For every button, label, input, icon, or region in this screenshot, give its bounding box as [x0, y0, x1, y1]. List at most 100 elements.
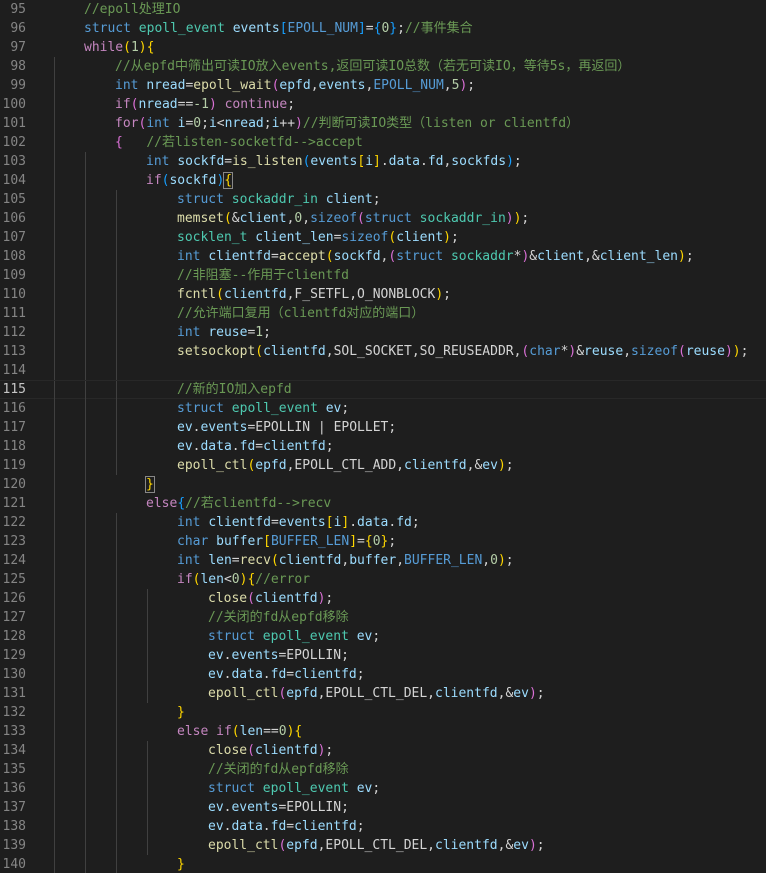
line-number: 117	[2, 420, 26, 435]
code-line[interactable]: 123 char buffer[BUFFER_LEN]={0};	[0, 532, 766, 551]
code-token: =	[357, 534, 365, 549]
code-token: )	[528, 686, 537, 701]
code-line[interactable]: 132}	[0, 703, 766, 722]
code-token: )	[138, 40, 147, 55]
indent-guide	[54, 133, 55, 152]
indent-guide	[85, 437, 86, 456]
line-number: 95	[10, 2, 26, 17]
code-line[interactable]: 111 //允许端口复用（clientfd对应的端口）	[0, 304, 766, 323]
code-token: epfd	[286, 686, 318, 701]
code-line[interactable]: 104 if(sockfd){	[0, 171, 766, 190]
code-line[interactable]: 129 ev.events=EPOLLIN;	[0, 646, 766, 665]
indent-guide	[54, 190, 55, 209]
code-token: EPOLL_NUM	[373, 78, 444, 93]
code-token: char	[177, 534, 209, 549]
code-token: ev	[208, 648, 224, 663]
indent-guide	[85, 381, 86, 400]
code-line[interactable]: 100 if(nread==-1) continue;	[0, 95, 766, 114]
code-line[interactable]: 97 while(1){	[0, 38, 766, 57]
code-token: len	[208, 553, 232, 568]
code-token: epoll_event	[138, 21, 225, 36]
code-token: =	[286, 819, 295, 834]
code-token: (	[255, 344, 264, 359]
code-line[interactable]: 121 else{//若clientfd-->recv	[0, 494, 766, 513]
code-line[interactable]: 96 struct epoll_event events[EPOLL_NUM]={…	[0, 19, 766, 38]
indent-guide	[85, 570, 86, 589]
code-token: }	[145, 476, 155, 493]
code-line[interactable]: 103 int sockfd=is_listen(events[i].data.f…	[0, 152, 766, 171]
line-number: 116	[2, 401, 26, 416]
indent-guide	[54, 152, 55, 171]
code-token: ,&	[466, 458, 483, 473]
code-line[interactable]: 108 int clientfd=accept(sockfd,(struct so…	[0, 247, 766, 266]
code-line[interactable]: 101 for(int i=0;i<nread;i++)//判断可读IO类型（li…	[0, 114, 766, 133]
code-line[interactable]: 109 //非阻塞--作用于clientfd	[0, 266, 766, 285]
code-line[interactable]: 134 close(clientfd);	[0, 741, 766, 760]
code-line[interactable]: 128 struct epoll_event ev;	[0, 627, 766, 646]
code-line[interactable]: 135 //关闭的fd从epfd移除	[0, 760, 766, 779]
code-line[interactable]: 140}	[0, 855, 766, 873]
code-line[interactable]: 115 //新的IO加入epfd	[0, 380, 766, 400]
code-line[interactable]: 137 ev.events=EPOLLIN;	[0, 798, 766, 817]
code-line[interactable]: 110 fcntl(clientfd,F_SETFL,O_NONBLOCK);	[0, 285, 766, 304]
line-number: 103	[2, 154, 26, 169]
code-line[interactable]: 95 //epoll处理IO	[0, 0, 766, 19]
code-token: ;	[388, 534, 397, 549]
code-token: if	[216, 724, 232, 739]
code-line[interactable]: 133 else if(len==0){	[0, 722, 766, 741]
code-line[interactable]: 120}	[0, 475, 766, 494]
code-line[interactable]: 139 epoll_ctl(epfd,EPOLL_CTL_DEL,clientfd…	[0, 836, 766, 855]
code-line[interactable]: 118 ev.data.fd=clientfd;	[0, 437, 766, 456]
code-line[interactable]: 98 //从epfd中筛出可读IO放入events,返回可读IO总数（若无可读IO…	[0, 57, 766, 76]
code-line[interactable]: 102 { //若listen-socketfd-->accept	[0, 133, 766, 152]
code-text: setsockopt(clientfd,SOL_SOCKET,SO_REUSEA…	[177, 342, 748, 361]
indent-guide	[85, 779, 86, 798]
code-line[interactable]: 130 ev.data.fd=clientfd;	[0, 665, 766, 684]
indent-guide	[85, 722, 86, 741]
code-line[interactable]: 106 memset(&client,0,sizeof(struct sockad…	[0, 209, 766, 228]
code-token: int	[146, 154, 170, 169]
code-line[interactable]: 125 if(len<0){//error	[0, 570, 766, 589]
indent-guide	[147, 741, 148, 760]
indent-guide	[116, 836, 117, 855]
line-number: 119	[2, 458, 26, 473]
code-token: ev	[177, 439, 193, 454]
code-token: {	[177, 496, 186, 511]
code-token: (	[247, 591, 255, 606]
code-editor[interactable]: 95 //epoll处理IO 96 struct epoll_event events…	[0, 0, 766, 873]
indent-guide	[116, 703, 117, 722]
indent-guide	[54, 646, 55, 665]
code-line[interactable]: 113 setsockopt(clientfd,SOL_SOCKET,SO_REU…	[0, 342, 766, 361]
code-token: ,	[396, 553, 405, 568]
code-line[interactable]: 116 struct epoll_event ev;	[0, 399, 766, 418]
code-line[interactable]: 117 ev.events=EPOLLIN | EPOLLET;	[0, 418, 766, 437]
code-line[interactable]: 112 int reuse=1;	[0, 323, 766, 342]
code-line[interactable]: 105 struct sockaddr_in client;	[0, 190, 766, 209]
code-line[interactable]: 126 close(clientfd);	[0, 589, 766, 608]
indent-guide	[147, 779, 148, 798]
code-token: (	[216, 287, 224, 302]
indent-guide	[54, 285, 55, 304]
code-line[interactable]: 127 //关闭的fd从epfd移除	[0, 608, 766, 627]
code-token: fcntl	[177, 287, 217, 302]
code-token: client	[239, 211, 287, 226]
code-token: {	[294, 724, 303, 739]
code-line[interactable]: 122 int clientfd=events[i].data.fd;	[0, 513, 766, 532]
code-line[interactable]: 131 epoll_ctl(epfd,EPOLL_CTL_DEL,clientfd…	[0, 684, 766, 703]
code-token: clientfd	[254, 743, 318, 758]
code-line[interactable]: 119 epoll_ctl(epfd,EPOLL_CTL_ADD,clientfd…	[0, 456, 766, 475]
code-token: sockaddr	[450, 249, 514, 264]
indent-guide	[54, 627, 55, 646]
code-line[interactable]: 124 int len=recv(clientfd,buffer,BUFFER_L…	[0, 551, 766, 570]
code-token: ;	[685, 249, 694, 264]
code-line[interactable]: 114	[0, 361, 766, 380]
code-token: ;	[505, 553, 514, 568]
code-line[interactable]: 138 ev.data.fd=clientfd;	[0, 817, 766, 836]
code-token: 0	[278, 724, 287, 739]
code-line[interactable]: 136 struct epoll_event ev;	[0, 779, 766, 798]
code-line[interactable]: 99 int nread=epoll_wait(epfd,events,EPOLL…	[0, 76, 766, 95]
code-token: (	[325, 249, 334, 264]
code-line[interactable]: 107 socklen_t client_len=sizeof(client);	[0, 228, 766, 247]
code-token: int	[177, 249, 201, 264]
